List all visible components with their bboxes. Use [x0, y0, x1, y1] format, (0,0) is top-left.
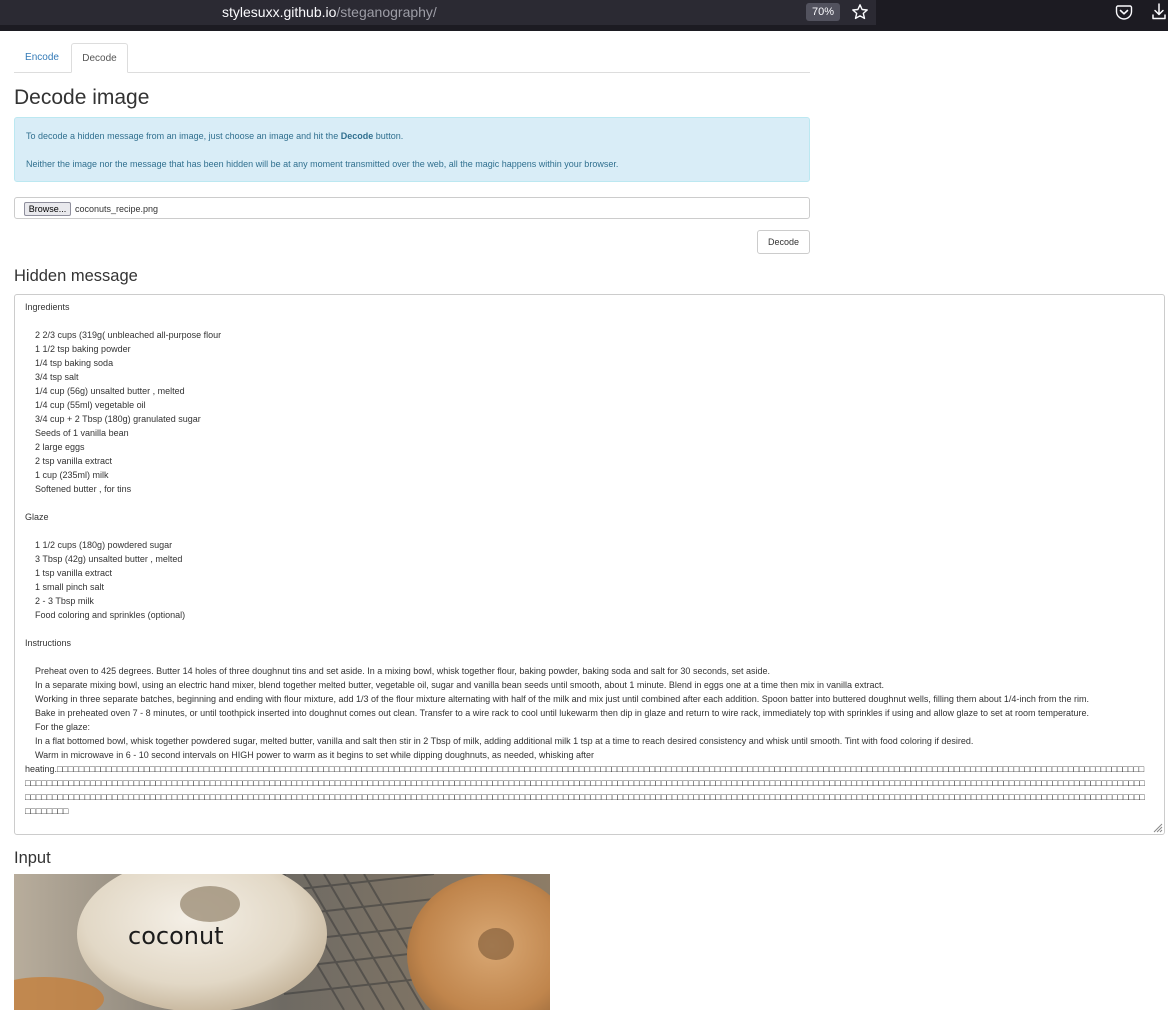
decode-button[interactable]: Decode: [757, 230, 810, 254]
url-path: /steganography/: [336, 4, 437, 20]
image-caption: coconut: [128, 922, 224, 950]
tab-decode[interactable]: Decode: [71, 43, 128, 73]
address-bar[interactable]: stylesuxx.github.io/steganography/ 70%: [0, 0, 876, 25]
url-host: stylesuxx.github.io: [222, 4, 337, 20]
mode-tabs: Encode Decode: [14, 43, 810, 73]
browser-toolbar: stylesuxx.github.io/steganography/ 70%: [0, 0, 1168, 31]
selected-file-name: coconuts_recipe.png: [75, 204, 159, 214]
input-title: Input: [14, 849, 51, 867]
tab-encode[interactable]: Encode: [14, 43, 70, 72]
info-alert: To decode a hidden message from an image…: [14, 117, 810, 182]
info-text-line2: Neither the image nor the message that h…: [26, 159, 619, 169]
hidden-message-title: Hidden message: [14, 267, 138, 285]
info-text-line1-end: button.: [373, 131, 404, 141]
input-image: coconut: [14, 874, 550, 1010]
decode-title: Decode image: [14, 86, 150, 109]
donut-photo: [14, 874, 550, 1010]
bookmark-star-icon[interactable]: [851, 3, 869, 21]
download-icon[interactable]: [1150, 2, 1168, 22]
browse-button[interactable]: Browse...: [24, 202, 71, 216]
url-text: stylesuxx.github.io/steganography/: [222, 4, 437, 20]
hidden-message-text: Ingredients 2 2/3 cups (319g( unbleached…: [25, 302, 1145, 816]
resize-grip-icon[interactable]: [1151, 821, 1163, 833]
info-text-line1: To decode a hidden message from an image…: [26, 131, 403, 141]
pocket-icon[interactable]: [1115, 3, 1133, 21]
hidden-message-textarea[interactable]: Ingredients 2 2/3 cups (319g( unbleached…: [14, 294, 1165, 835]
info-text-line1-start: To decode a hidden message from an image…: [26, 131, 341, 141]
info-text-decode-word: Decode: [340, 131, 374, 141]
file-input[interactable]: Browse... coconuts_recipe.png: [14, 197, 810, 219]
zoom-level-badge[interactable]: 70%: [806, 3, 840, 21]
